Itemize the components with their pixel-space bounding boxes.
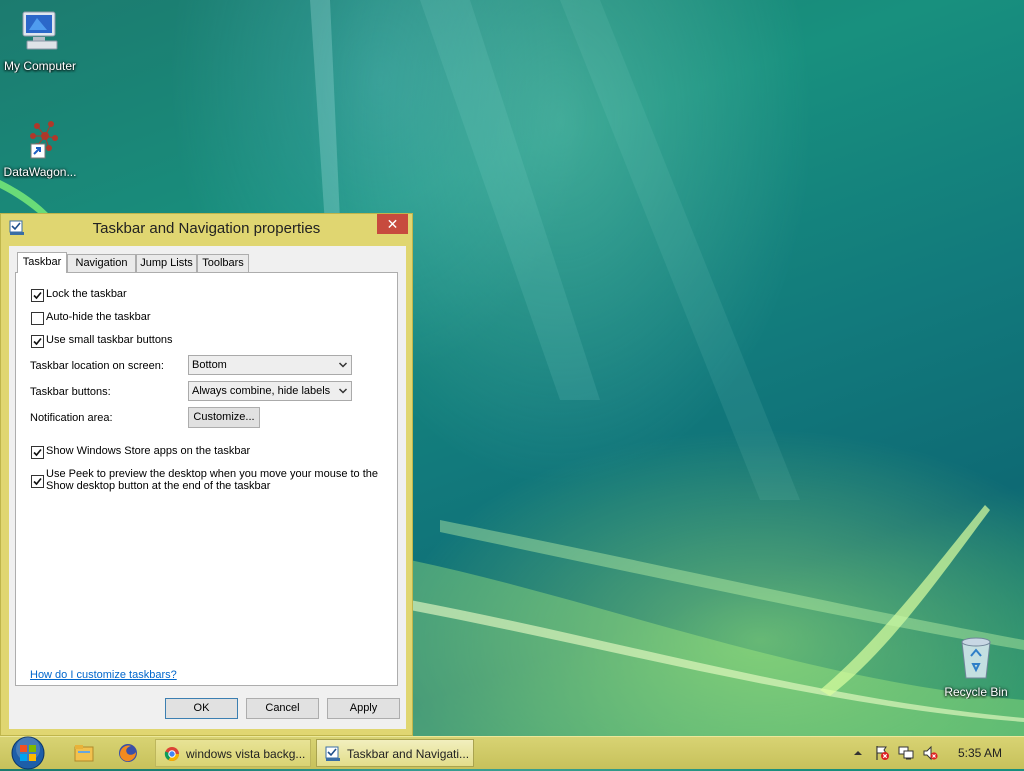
chevron-down-icon <box>338 362 348 368</box>
taskbar-buttons-value: Always combine, hide labels <box>192 385 331 397</box>
dialog-title: Taskbar and Navigation properties <box>92 220 321 237</box>
buttons-label: Taskbar buttons: <box>30 386 111 398</box>
taskbar-properties-icon <box>325 746 340 761</box>
recycle-bin-icon <box>961 637 991 679</box>
location-value: Bottom <box>192 359 227 371</box>
auto-hide-checkbox[interactable] <box>31 312 44 325</box>
checkmark-icon <box>33 337 42 346</box>
checkmark-icon <box>33 291 42 300</box>
cancel-button[interactable]: Cancel <box>246 698 319 719</box>
close-icon: ✕ <box>386 216 399 232</box>
taskbar-properties-dialog: Taskbar and Navigation properties ✕ Task… <box>0 213 413 736</box>
taskbar-tab-panel: Lock the taskbar Auto-hide the taskbar U… <box>15 272 398 686</box>
ok-button[interactable]: OK <box>165 698 238 719</box>
peek-checkbox[interactable] <box>31 475 44 488</box>
close-button[interactable]: ✕ <box>377 214 408 234</box>
tab-jump-lists[interactable]: Jump Lists <box>136 254 197 272</box>
datawagon-label: DataWagon... <box>3 165 77 179</box>
computer-icon <box>22 11 58 50</box>
taskbar: windows vista backg... Taskbar and Navig… <box>0 735 1024 771</box>
tab-toolbars[interactable]: Toolbars <box>197 254 249 272</box>
store-apps-label: Show Windows Store apps on the taskbar <box>46 445 251 457</box>
my-computer-desktop-icon[interactable]: My Computer <box>0 10 80 73</box>
dialog-client-area: Taskbar Navigation Jump Lists Toolbars L… <box>9 246 406 729</box>
properties-window-title: Taskbar and Navigati... <box>347 747 470 761</box>
my-computer-label: My Computer <box>3 59 77 73</box>
dialog-titlebar[interactable]: Taskbar and Navigation properties ✕ <box>1 214 412 242</box>
apply-button[interactable]: Apply <box>327 698 400 719</box>
volume-muted-icon[interactable] <box>922 745 938 761</box>
chevron-down-icon <box>338 388 348 394</box>
checkmark-icon <box>33 448 42 457</box>
show-hidden-icons-icon[interactable] <box>850 745 866 761</box>
location-label: Taskbar location on screen: <box>30 360 164 372</box>
auto-hide-label: Auto-hide the taskbar <box>46 311 151 323</box>
taskbar-properties-window[interactable]: Taskbar and Navigati... <box>316 739 474 767</box>
recycle-bin-label: Recycle Bin <box>944 685 1008 699</box>
checkmark-icon <box>33 477 42 486</box>
datawagon-desktop-icon[interactable]: DataWagon... <box>0 114 80 179</box>
lock-taskbar-checkbox[interactable] <box>31 289 44 302</box>
file-explorer-icon[interactable] <box>72 741 96 765</box>
peek-label-line1: Use Peek to preview the desktop when you… <box>46 468 379 480</box>
lock-taskbar-label: Lock the taskbar <box>46 288 127 300</box>
tab-navigation[interactable]: Navigation <box>67 254 136 272</box>
small-buttons-checkbox[interactable] <box>31 335 44 348</box>
firefox-icon[interactable] <box>116 741 140 765</box>
location-select[interactable]: Bottom <box>188 355 352 375</box>
small-buttons-label: Use small taskbar buttons <box>46 334 173 346</box>
chrome-icon <box>164 747 179 761</box>
datawagon-shortcut-icon <box>30 121 58 159</box>
help-link[interactable]: How do I customize taskbars? <box>30 669 177 681</box>
store-apps-checkbox[interactable] <box>31 446 44 459</box>
chrome-window-title: windows vista backg... <box>186 747 306 761</box>
taskbar-chrome-window[interactable]: windows vista backg... <box>155 739 311 767</box>
customize-button[interactable]: Customize... <box>188 407 260 428</box>
taskbar-buttons-select[interactable]: Always combine, hide labels <box>188 381 352 401</box>
peek-label-line2: Show desktop button at the end of the ta… <box>46 480 271 492</box>
action-center-flag-icon[interactable] <box>874 745 890 761</box>
clock[interactable]: 5:35 AM <box>958 746 1002 760</box>
tab-taskbar[interactable]: Taskbar <box>17 252 67 273</box>
notification-label: Notification area: <box>30 412 113 424</box>
start-button-icon[interactable] <box>8 735 48 771</box>
network-icon[interactable] <box>898 745 914 761</box>
recycle-bin-desktop-icon[interactable]: Recycle Bin <box>936 636 1016 699</box>
